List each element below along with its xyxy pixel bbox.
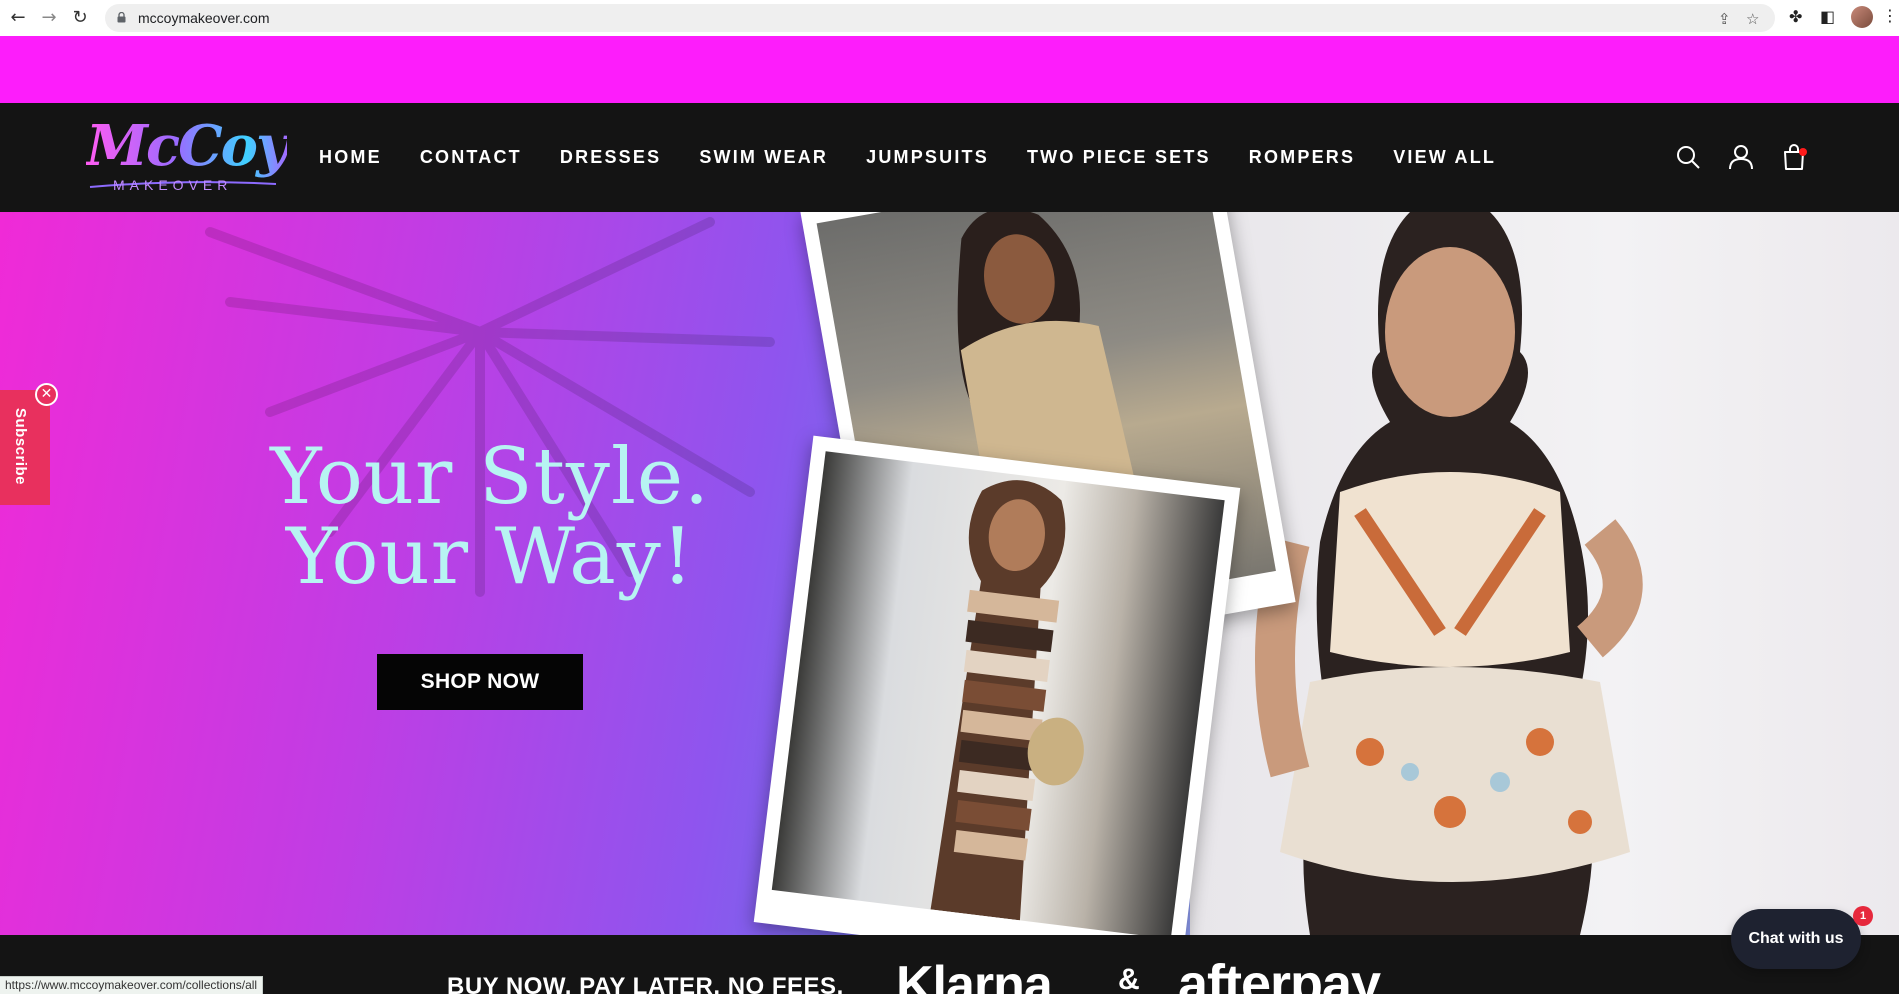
model-figure-dress	[930, 480, 1084, 921]
reload-icon[interactable]: ↻	[68, 6, 92, 30]
site-header: McCoy MAKEOVER HOME CONTACT DRESSES SWIM…	[0, 103, 1899, 212]
bnpl-text: BUY NOW, PAY LATER, NO FEES.	[447, 973, 844, 994]
more-menu-icon[interactable]: ⋮	[1882, 6, 1898, 25]
subscribe-label: Subscribe	[12, 408, 29, 486]
bnpl-ampersand: &	[1118, 963, 1140, 994]
model-figure-right	[1255, 212, 1643, 935]
url-text: mccoymakeover.com	[138, 10, 270, 26]
main-navigation: HOME CONTACT DRESSES SWIM WEAR JUMPSUITS…	[319, 103, 1534, 212]
announcement-bar	[0, 36, 1899, 103]
star-icon[interactable]: ☆	[1746, 10, 1759, 28]
share-icon[interactable]: ⇪	[1718, 10, 1731, 28]
nav-item-two-piece-sets[interactable]: TWO PIECE SETS	[1027, 147, 1211, 168]
browser-toolbar: ← → ↻ mccoymakeover.com ⇪ ☆ ✤ ◧ ⋮	[0, 0, 1899, 36]
status-bar-url: https://www.mccoymakeover.com/collection…	[0, 976, 264, 994]
bnpl-banner: BUY NOW, PAY LATER, NO FEES. Klarna. & a…	[0, 935, 1899, 994]
back-icon[interactable]: ←	[6, 6, 30, 30]
logo-subtitle: MAKEOVER	[113, 177, 233, 193]
chat-with-us-button[interactable]: Chat with us	[1731, 909, 1861, 969]
address-bar[interactable]: mccoymakeover.com ⇪ ☆	[105, 4, 1775, 32]
polaroid-photo-bottom	[753, 435, 1241, 935]
chat-unread-badge: 1	[1853, 906, 1873, 926]
nav-item-view-all[interactable]: VIEW ALL	[1393, 147, 1496, 168]
nav-item-contact[interactable]: CONTACT	[420, 147, 522, 168]
afterpay-logo: afterpay	[1178, 954, 1381, 994]
hero-headline-line-1: Your Style.	[270, 432, 710, 522]
profile-avatar[interactable]	[1851, 6, 1873, 28]
extensions-icon[interactable]: ✤	[1789, 7, 1802, 26]
subscribe-tab[interactable]: Subscribe	[0, 390, 50, 505]
site-logo[interactable]: McCoy MAKEOVER	[86, 113, 289, 197]
tab-search-icon[interactable]: ◧	[1820, 7, 1835, 26]
hero-headline: Your Style. Your Way!	[230, 437, 750, 597]
search-icon[interactable]	[1674, 143, 1702, 171]
cart-count-dot	[1799, 148, 1807, 156]
logo-script: McCoy	[86, 113, 289, 179]
nav-item-home[interactable]: HOME	[319, 147, 382, 168]
hero-headline-line-2: Your Way!	[285, 512, 695, 602]
account-icon[interactable]	[1727, 143, 1755, 171]
subscribe-close-button[interactable]: ✕	[35, 383, 58, 406]
nav-item-dresses[interactable]: DRESSES	[560, 147, 661, 168]
nav-item-swim-wear[interactable]: SWIM WEAR	[699, 147, 828, 168]
forward-icon[interactable]: →	[37, 6, 61, 30]
shop-now-button[interactable]: SHOP NOW	[377, 654, 583, 710]
hero-banner: Your Style. Your Way! SHOP NOW	[0, 212, 1899, 935]
nav-item-rompers[interactable]: ROMPERS	[1249, 147, 1355, 168]
nav-item-jumpsuits[interactable]: JUMPSUITS	[866, 147, 989, 168]
hero-photo-right	[1190, 212, 1899, 935]
lock-icon	[117, 12, 126, 23]
klarna-logo: Klarna.	[896, 956, 1066, 994]
